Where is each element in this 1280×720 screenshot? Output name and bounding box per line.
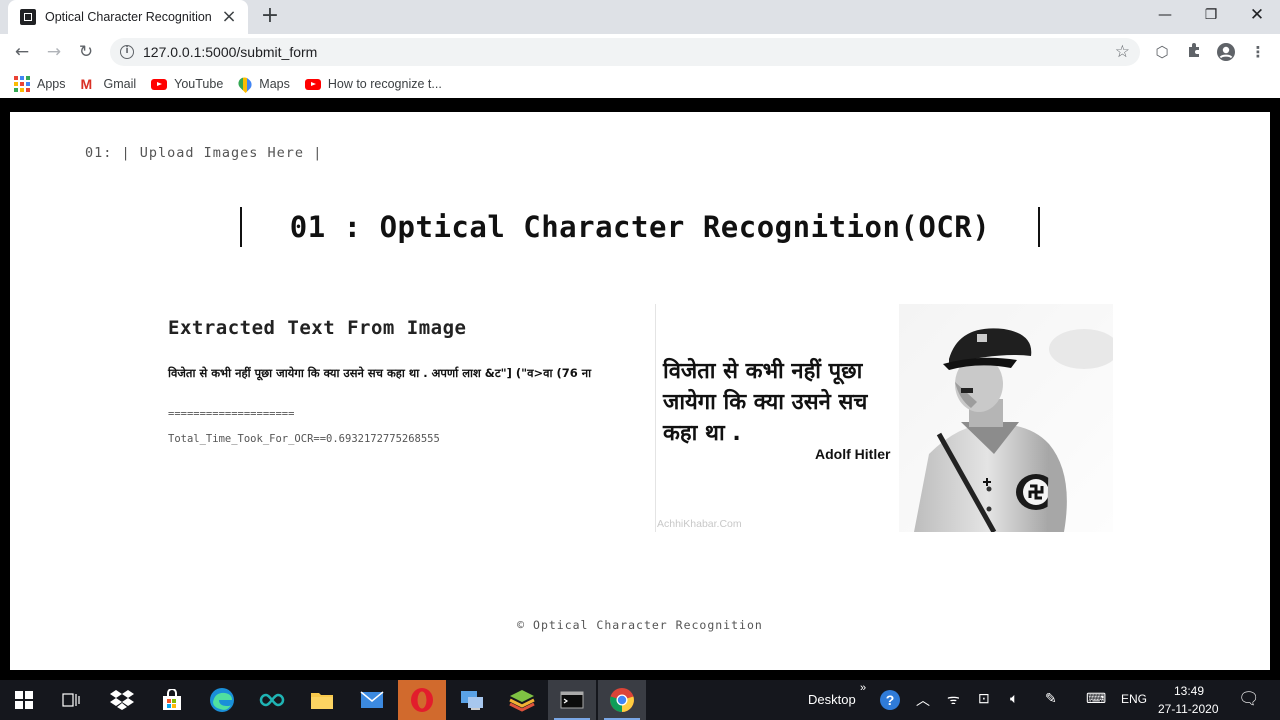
start-button[interactable] [0, 680, 48, 720]
volume-icon[interactable]: 🔈︎ [1010, 690, 1018, 707]
chrome-app[interactable] [598, 680, 646, 720]
bookmark-label: Maps [259, 77, 290, 91]
portrait-photo [899, 304, 1113, 532]
opera-icon [411, 688, 433, 712]
wifi-icon[interactable]: ᯤ [947, 690, 960, 709]
restore-button[interactable]: ❐ [1188, 0, 1234, 30]
page-body: 01: | Upload Images Here | 01 : Optical … [10, 112, 1270, 670]
bookmark-label: Gmail [103, 77, 137, 91]
store-app[interactable] [148, 680, 196, 720]
mail-icon [360, 691, 384, 708]
bookmark-star-icon[interactable]: ☆ [1115, 42, 1130, 62]
clock-date[interactable]: 27-11-2020 [1158, 702, 1219, 716]
url-text[interactable]: 127.0.0.1:5000/submit_form [143, 44, 317, 60]
tab-title: Optical Character Recognition [45, 10, 212, 24]
maps-icon [236, 74, 255, 94]
folder-icon [311, 693, 333, 709]
bookmark-label: YouTube [174, 77, 224, 91]
result-heading: Extracted Text From Image [168, 317, 467, 339]
bookmark-gmail[interactable]: M Gmail [81, 77, 137, 91]
profile-avatar-icon[interactable] [1216, 42, 1236, 62]
image-quote-text: विजेता से कभी नहीं पूछा जायेगा कि क्या उ… [663, 359, 868, 446]
page-title: 01 : Optical Character Recognition(OCR) [240, 207, 1040, 247]
separator-line: ==================== [168, 408, 295, 420]
bookmark-youtube[interactable]: YouTube [151, 77, 223, 91]
uploaded-quote-image: विजेता से कभी नहीं पूछा जायेगा कि क्या उ… [655, 304, 1113, 532]
page-viewport: 01: | Upload Images Here | 01 : Optical … [0, 102, 1280, 680]
bookmarks-bar: Apps M Gmail YouTube Maps How to recogni… [0, 70, 1280, 98]
task-view-button[interactable] [48, 680, 96, 720]
chrome-icon [610, 688, 634, 712]
battery-saver-icon[interactable]: ⊡ [978, 690, 990, 707]
keyboard-icon[interactable]: ⌨ [1086, 690, 1106, 707]
terminal-icon [560, 691, 584, 709]
window-close-button[interactable]: ✕ [1234, 0, 1280, 30]
bluestacks-app[interactable] [498, 680, 546, 720]
computer-icon [461, 691, 483, 710]
youtube-icon [151, 78, 168, 90]
svg-text:?: ? [886, 692, 895, 708]
new-tab-button[interactable]: + [258, 5, 282, 29]
image-watermark: AchhiKhabar.Com [657, 518, 742, 530]
bookmark-label: How to recognize t... [327, 77, 442, 91]
menu-kebab-icon[interactable]: ⋮ [1248, 42, 1268, 62]
bookmark-apps[interactable]: Apps [14, 76, 66, 92]
browser-toolbar: ← → ↻ i 127.0.0.1:5000/submit_form ☆ ⬡ ⋮ [0, 34, 1280, 70]
forward-button[interactable]: → [42, 40, 66, 64]
remote-desktop-app[interactable] [448, 680, 496, 720]
windows-logo-icon [15, 691, 33, 709]
input-language[interactable]: ENG [1121, 692, 1147, 706]
dropbox-app[interactable] [98, 680, 146, 720]
file-explorer-app[interactable] [298, 680, 346, 720]
desktop-toolbar-label[interactable]: Desktop [808, 692, 856, 707]
mail-app[interactable] [348, 680, 396, 720]
tab-close-icon[interactable]: × [220, 8, 238, 26]
terminal-app[interactable] [548, 680, 596, 720]
arduino-app[interactable] [248, 680, 296, 720]
upload-images-nav-link[interactable]: 01: | Upload Images Here | [85, 145, 322, 161]
infinity-icon [259, 693, 285, 707]
toolbar-expand-icon[interactable]: » [860, 682, 866, 694]
ocr-timing: Total_Time_Took_For_OCR==0.6932172775268… [168, 433, 440, 445]
bookmark-label: Apps [37, 77, 66, 91]
apps-grid-icon [14, 76, 30, 92]
gmail-icon: M [80, 76, 93, 92]
address-bar[interactable]: i 127.0.0.1:5000/submit_form ☆ [110, 38, 1140, 66]
youtube-icon [304, 78, 321, 90]
back-button[interactable]: ← [10, 40, 34, 64]
page-footer: © Optical Character Recognition [517, 618, 763, 632]
page-favicon-icon [20, 9, 36, 25]
opera-app[interactable] [398, 680, 446, 720]
dropbox-icon [110, 690, 134, 710]
reload-button[interactable]: ↻ [74, 40, 98, 64]
clock-time[interactable]: 13:49 [1174, 684, 1204, 698]
edge-app[interactable] [198, 680, 246, 720]
extracted-text: विजेता से कभी नहीं पूछा जायेगा कि क्या उ… [168, 366, 592, 380]
show-hidden-icons-chevron-icon[interactable]: ︿ [916, 690, 930, 710]
layers-icon [509, 690, 535, 712]
help-icon: ? [880, 690, 900, 710]
store-bag-icon [163, 689, 181, 710]
ocr-result-panel: Extracted Text From Image विजेता से कभी … [168, 317, 638, 452]
pen-workspace-icon[interactable]: ✎ [1045, 690, 1057, 707]
site-info-icon[interactable]: i [120, 45, 134, 59]
tab-strip: Optical Character Recognition × + — ❐ ✕ [0, 0, 1280, 34]
windows-taskbar: Desktop » ? ︿ ᯤ ⊡ 🔈︎ ✎ ⌨ ENG 13:49 27-11… [0, 680, 1280, 720]
browser-tab[interactable]: Optical Character Recognition × [8, 0, 248, 34]
bookmark-how-to-recognize[interactable]: How to recognize t... [304, 77, 442, 91]
bookmark-maps[interactable]: Maps [236, 74, 290, 94]
extension-icon[interactable]: ⬡ [1152, 42, 1172, 62]
image-quote-author: Adolf Hitler [815, 446, 891, 462]
task-view-icon [62, 693, 80, 707]
minimize-button[interactable]: — [1142, 0, 1188, 30]
notifications-icon[interactable]: 🗨︎ [1238, 689, 1260, 709]
extensions-puzzle-icon[interactable] [1184, 42, 1204, 62]
help-tray-button[interactable]: ? [870, 680, 910, 720]
edge-icon [210, 688, 234, 712]
